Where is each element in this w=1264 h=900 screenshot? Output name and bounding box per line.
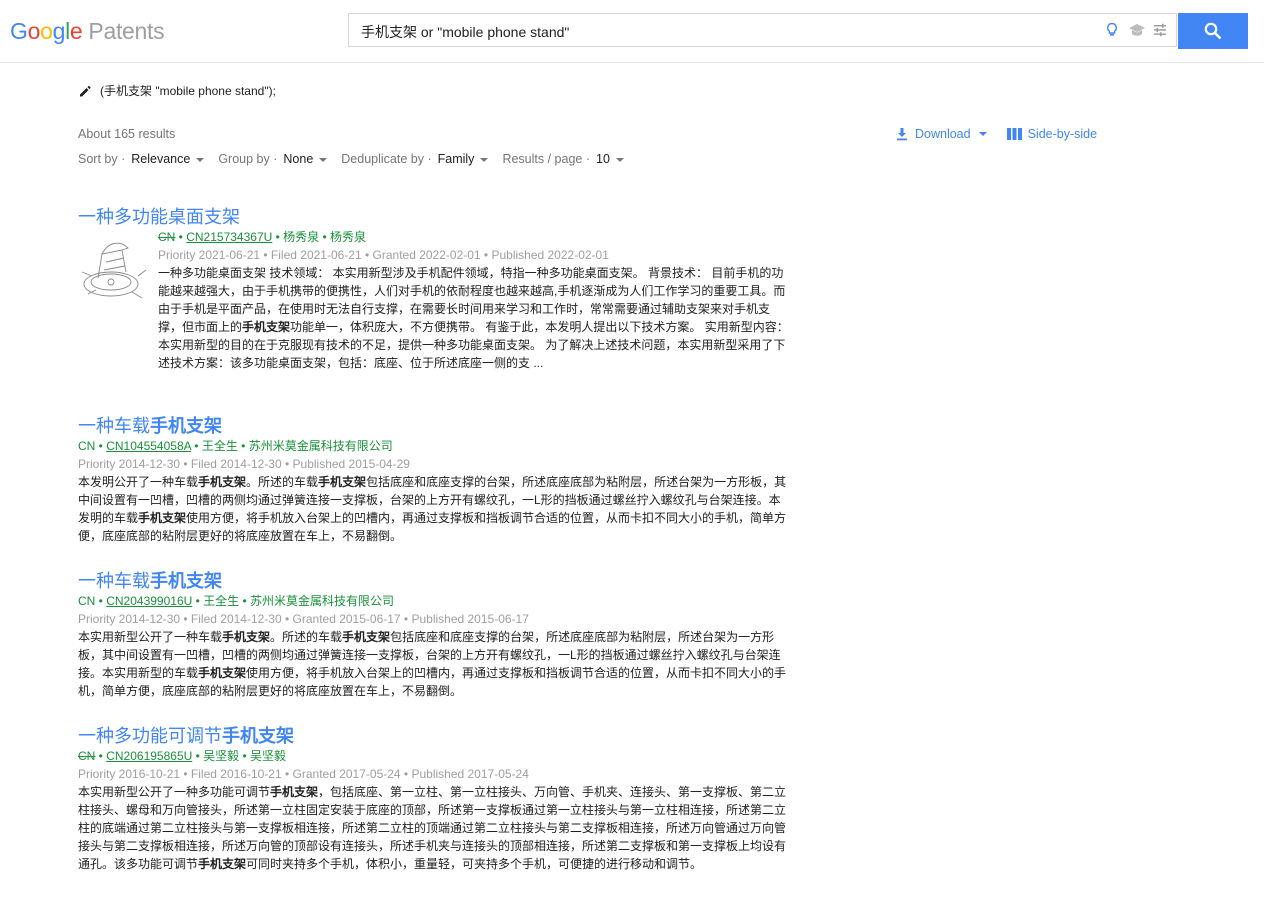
- per-page-label: Results / page: [502, 152, 583, 166]
- result-item: 一种多功能可调节手机支架 CN • CN206195865U • 吴坚毅 • 吴…: [78, 725, 790, 873]
- query-summary[interactable]: (手机支架 "mobile phone stand");: [78, 82, 276, 99]
- result-title[interactable]: 一种车载手机支架: [78, 415, 790, 437]
- result-snippet: 一种多功能桌面支架 技术领域： 本实用新型涉及手机配件领域，特指一种多功能桌面支…: [158, 264, 790, 372]
- download-icon: [897, 128, 907, 141]
- result-people: 杨秀泉 • 杨秀泉: [283, 230, 367, 244]
- group-value: None: [283, 152, 314, 166]
- country-code: CN: [78, 749, 96, 763]
- snippet-highlight: 手机支架: [318, 475, 367, 489]
- result-title-text: 一种车载: [78, 416, 150, 436]
- result-people: 吴坚毅 • 吴坚毅: [203, 749, 287, 763]
- result-meta: CN • CN204399016U • 王全生 • 苏州米莫金属科技有限公司: [78, 594, 395, 608]
- mortarboard-icon[interactable]: [1128, 22, 1145, 38]
- result-meta: CN • CN104554058A • 王全生 • 苏州米莫金属科技有限公司: [78, 439, 393, 453]
- search-input[interactable]: 手机支架 or "mobile phone stand": [361, 22, 569, 42]
- snippet-text: 本实用新型公开了一种车载: [78, 630, 223, 644]
- country-code: CN: [78, 439, 96, 453]
- snippet-text: 本实用新型公开了一种多功能可调节: [78, 785, 271, 799]
- sort-control[interactable]: Sort by · Relevance: [78, 152, 205, 166]
- logo-letter: G: [10, 18, 28, 44]
- sort-value: Relevance: [131, 152, 191, 166]
- snippet-highlight: 手机支架: [242, 320, 291, 334]
- result-dates: Priority 2014-12-30 • Filed 2014-12-30 •…: [78, 612, 529, 626]
- result-title-text: 一种多功能可调节: [78, 726, 222, 746]
- result-meta: CN • CN206195865U • 吴坚毅 • 吴坚毅: [78, 749, 287, 763]
- caret-down-icon: [615, 157, 624, 162]
- logo-letter: o: [27, 18, 41, 44]
- dedupe-value: Family: [437, 152, 475, 166]
- result-title-text: 一种多功能桌面支架: [78, 207, 240, 227]
- patent-number-link[interactable]: CN104554058A: [106, 439, 191, 453]
- side-by-side-label: Side-by-side: [1027, 127, 1098, 141]
- caret-down-icon: [196, 157, 205, 162]
- result-item: 一种多功能桌面支架 CN • CN215734367U • 杨秀泉 • 杨秀泉 …: [78, 206, 790, 372]
- snippet-highlight: 手机支架: [198, 666, 247, 680]
- result-title-text: 一种车载: [78, 571, 150, 591]
- result-title[interactable]: 一种多功能可调节手机支架: [78, 725, 790, 747]
- result-snippet: 本实用新型公开了一种车载手机支架。所述的车载手机支架包括底座和底座支撑的台架，所…: [78, 628, 790, 700]
- dedupe-control[interactable]: Deduplicate by · Family: [341, 152, 489, 166]
- result-snippet: 本发明公开了一种车载手机支架。所述的车载手机支架包括底座和底座支撑的台架，所述底…: [78, 473, 790, 545]
- country-code: CN: [158, 230, 176, 244]
- result-title[interactable]: 一种车载手机支架: [78, 570, 790, 592]
- per-page-value: 10: [596, 152, 610, 166]
- result-dates: Priority 2016-10-21 • Filed 2016-10-21 •…: [78, 767, 529, 781]
- snippet-highlight: 手机支架: [198, 857, 247, 871]
- patent-number-link[interactable]: CN204399016U: [106, 594, 192, 608]
- results-controls: Sort by · Relevance Group by · None Dedupl…: [78, 152, 624, 166]
- logo-letter: e: [69, 18, 83, 44]
- patent-number-link[interactable]: CN206195865U: [106, 749, 192, 763]
- snippet-highlight: 手机支架: [138, 511, 187, 525]
- snippet-highlight: 手机支架: [342, 630, 391, 644]
- search-box[interactable]: 手机支架 or "mobile phone stand": [348, 13, 1177, 47]
- result-title-highlight: 手机支架: [222, 726, 294, 746]
- download-button[interactable]: Download: [895, 127, 987, 141]
- top-bar: Google Patents 手机支架 or "mobile phone stan…: [0, 0, 1264, 63]
- download-label: Download: [915, 127, 971, 141]
- result-dates: Priority 2014-12-30 • Filed 2014-12-30 •…: [78, 457, 410, 471]
- snippet-text: 本发明公开了一种车载: [78, 475, 199, 489]
- group-control[interactable]: Group by · None: [218, 152, 328, 166]
- google-patents-logo[interactable]: Google Patents: [10, 17, 165, 45]
- result-title-highlight: 手机支架: [150, 416, 222, 436]
- result-title-highlight: 手机支架: [150, 571, 222, 591]
- group-label: Group by: [218, 152, 270, 166]
- per-page-control[interactable]: Results / page · 10: [502, 152, 624, 166]
- search-button[interactable]: [1178, 13, 1248, 49]
- logo-letter: o: [40, 18, 53, 44]
- side-by-side-button[interactable]: Side-by-side: [1006, 127, 1098, 141]
- logo-suffix: Patents: [88, 18, 165, 44]
- query-summary-text: (手机支架 "mobile phone stand");: [100, 84, 276, 98]
- patent-drawing-thumbnail[interactable]: [78, 232, 150, 304]
- search-icon: [1204, 22, 1222, 40]
- result-people: 王全生 • 苏州米莫金属科技有限公司: [201, 439, 393, 453]
- columns-icon: [1006, 128, 1022, 140]
- result-people: 王全生 • 苏州米莫金属科技有限公司: [203, 594, 395, 608]
- patent-number-link[interactable]: CN215734367U: [186, 230, 272, 244]
- result-actions: Download Side-by-side: [895, 127, 1097, 141]
- caret-down-icon: [480, 157, 489, 162]
- logo-letter: g: [52, 18, 66, 44]
- snippet-highlight: 手机支架: [222, 630, 271, 644]
- snippet-text: 。所述的车载: [246, 475, 319, 489]
- lightbulb-icon[interactable]: [1104, 22, 1120, 38]
- result-item: 一种车载手机支架 CN • CN204399016U • 王全生 • 苏州米莫金…: [78, 570, 790, 700]
- snippet-highlight: 手机支架: [198, 475, 247, 489]
- caret-down-icon: [978, 132, 987, 136]
- result-meta: CN • CN215734367U • 杨秀泉 • 杨秀泉: [158, 230, 367, 244]
- result-snippet: 本实用新型公开了一种多功能可调节手机支架，包括底座、第一立柱、第一立柱接头、万向…: [78, 783, 790, 873]
- sort-label: Sort by: [78, 152, 118, 166]
- result-dates: Priority 2021-06-21 • Filed 2021-06-21 •…: [158, 248, 609, 262]
- snippet-text: 。所述的车载: [270, 630, 343, 644]
- result-title[interactable]: 一种多功能桌面支架: [78, 206, 790, 228]
- pencil-icon[interactable]: [78, 84, 92, 98]
- country-code: CN: [78, 594, 96, 608]
- caret-down-icon: [319, 157, 328, 162]
- tune-icon[interactable]: [1152, 22, 1168, 38]
- snippet-highlight: 手机支架: [270, 785, 319, 799]
- result-item: 一种车载手机支架 CN • CN104554058A • 王全生 • 苏州米莫金…: [78, 415, 790, 545]
- dedupe-label: Deduplicate by: [341, 152, 424, 166]
- snippet-text: 可同时夹持多个手机，体积小，重量轻，可夹持多个手机，可便捷的进行移动和调节。: [246, 857, 703, 871]
- results-count: About 165 results: [78, 127, 176, 141]
